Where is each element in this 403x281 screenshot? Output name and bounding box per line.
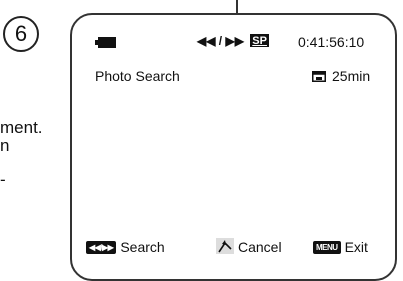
cancel-label: Cancel	[238, 239, 282, 255]
side-text-line-2: n	[0, 136, 10, 155]
battery-icon	[95, 37, 116, 48]
cancel-control[interactable]: Cancel	[216, 238, 282, 255]
search-button-badge: ◀◀/▶▶	[86, 241, 117, 254]
photo-search-title: Photo Search	[95, 68, 180, 84]
side-text-line-1: ment.	[0, 118, 43, 137]
search-control[interactable]: ◀◀/▶▶ Search	[86, 239, 165, 255]
transport-symbols: ◀◀ / ▶▶	[197, 34, 244, 48]
tape-icon	[312, 71, 326, 82]
sp-mode-badge: SP	[250, 34, 269, 47]
search-label: Search	[120, 239, 165, 255]
step-number: 6	[14, 21, 28, 46]
remaining-time-value: 25min	[332, 68, 371, 84]
transport-indicator: ◀◀ / ▶▶ SP	[197, 34, 269, 48]
side-text-line-3: -	[0, 170, 6, 189]
return-arrow-icon	[216, 238, 234, 254]
exit-label: Exit	[344, 239, 368, 255]
remaining-time: 25min	[312, 68, 370, 84]
step-number-badge: 6	[3, 16, 39, 52]
menu-button-badge: MENU	[313, 241, 341, 254]
exit-control[interactable]: MENU Exit	[313, 239, 368, 255]
timecode: 0:41:56:10	[298, 34, 365, 50]
connector-line	[236, 0, 238, 13]
